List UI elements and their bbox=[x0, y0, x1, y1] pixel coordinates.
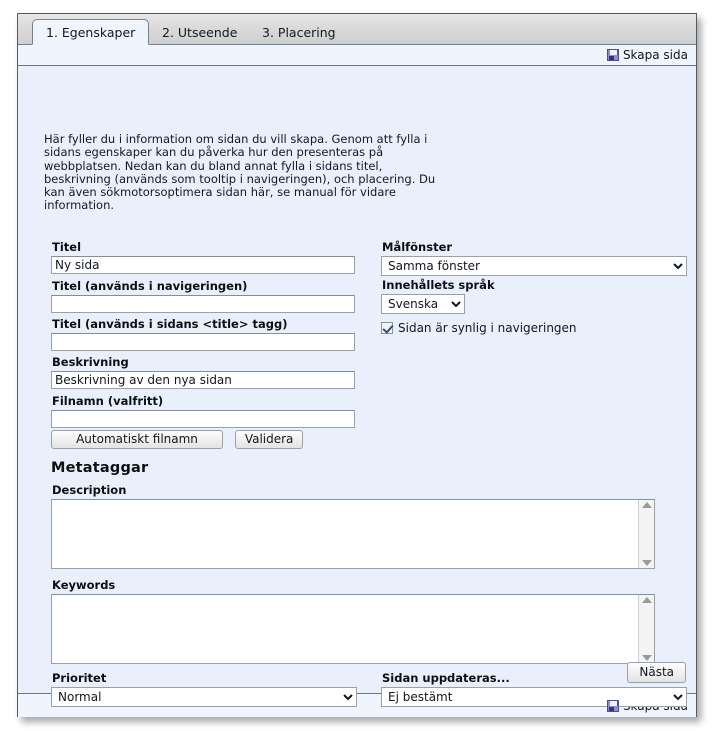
tab-placering-label: 3. Placering bbox=[262, 25, 336, 40]
form-content-area: Här fyller du i information om sidan du … bbox=[18, 66, 696, 707]
floppy-disk-icon bbox=[606, 49, 619, 61]
field-titel-nav: Titel (används i navigeringen) bbox=[51, 279, 355, 313]
intro-text: Här fyller du i information om sidan du … bbox=[44, 132, 436, 213]
field-beskrivning: Beskrivning bbox=[51, 355, 355, 389]
titel-nav-input[interactable] bbox=[51, 295, 355, 313]
field-filnamn-label: Filnamn (valfritt) bbox=[52, 394, 164, 408]
filnamn-input[interactable] bbox=[51, 410, 355, 428]
prioritet-select[interactable]: Normal bbox=[51, 687, 357, 707]
field-titel-tag: Titel (används i sidans <title> tagg) bbox=[51, 317, 355, 351]
visible-in-nav-checkbox-row[interactable]: Sidan är synlig i navigeringen bbox=[381, 321, 577, 335]
field-titel-nav-label: Titel (används i navigeringen) bbox=[52, 279, 248, 293]
scroll-down-icon[interactable] bbox=[641, 560, 652, 566]
visible-in-nav-checkbox[interactable] bbox=[381, 322, 393, 334]
malfonster-select[interactable]: Samma fönster bbox=[381, 256, 687, 276]
field-malfonster-label: Målfönster bbox=[382, 240, 453, 254]
next-button[interactable]: Nästa bbox=[627, 662, 686, 683]
top-command-bar: Skapa sida bbox=[18, 45, 696, 66]
beskrivning-input[interactable] bbox=[51, 371, 355, 389]
titel-tag-input[interactable] bbox=[51, 333, 355, 351]
field-meta-description: Description bbox=[51, 483, 655, 569]
tab-placering[interactable]: 3. Placering bbox=[248, 19, 350, 45]
meta-keywords-scrollbar[interactable] bbox=[638, 595, 654, 663]
meta-description-textarea[interactable] bbox=[52, 500, 654, 568]
auto-filename-button[interactable]: Automatiskt filnamn bbox=[51, 430, 223, 449]
scroll-up-icon[interactable] bbox=[641, 502, 652, 508]
metataggar-heading: Metataggar bbox=[51, 460, 149, 476]
sprak-select[interactable]: Svenska bbox=[381, 294, 465, 314]
scroll-down-icon[interactable] bbox=[641, 655, 652, 661]
scroll-up-icon[interactable] bbox=[641, 597, 652, 603]
field-titel-label: Titel bbox=[52, 240, 82, 254]
field-malfonster: Målfönster Samma fönster bbox=[381, 240, 687, 276]
floppy-disk-icon bbox=[606, 699, 619, 712]
field-sprak-label: Innehållets språk bbox=[382, 278, 495, 292]
meta-keywords-textarea[interactable] bbox=[52, 595, 654, 663]
field-beskrivning-label: Beskrivning bbox=[52, 355, 129, 369]
field-prioritet: Prioritet Normal bbox=[51, 671, 357, 707]
field-prioritet-label: Prioritet bbox=[52, 671, 107, 685]
create-page-window: 1. Egenskaper 2. Utseende 3. Placering S… bbox=[17, 13, 697, 717]
tab-bar: 1. Egenskaper 2. Utseende 3. Placering bbox=[18, 14, 696, 45]
filename-actions: Automatiskt filnamn Validera bbox=[51, 430, 304, 449]
meta-keywords-textarea-wrap bbox=[51, 594, 655, 664]
field-titel-tag-label: Titel (används i sidans <title> tagg) bbox=[52, 317, 288, 331]
uppdateras-select[interactable]: Ej bestämt bbox=[381, 687, 687, 707]
meta-description-scrollbar[interactable] bbox=[638, 500, 654, 568]
meta-description-textarea-wrap bbox=[51, 499, 655, 569]
save-page-label-top: Skapa sida bbox=[622, 48, 688, 62]
tab-utseende-label: 2. Utseende bbox=[162, 25, 238, 40]
tab-egenskaper[interactable]: 1. Egenskaper bbox=[32, 19, 150, 45]
tab-utseende[interactable]: 2. Utseende bbox=[148, 19, 251, 45]
field-filnamn: Filnamn (valfritt) bbox=[51, 394, 355, 428]
validate-button[interactable]: Validera bbox=[234, 430, 304, 449]
save-page-button-top[interactable]: Skapa sida bbox=[606, 48, 688, 62]
field-meta-keywords-label: Keywords bbox=[52, 578, 116, 592]
field-meta-keywords: Keywords bbox=[51, 578, 655, 664]
next-button-wrap: Nästa bbox=[627, 662, 686, 683]
field-titel: Titel bbox=[51, 240, 355, 274]
titel-input[interactable] bbox=[51, 256, 355, 274]
visible-in-nav-label: Sidan är synlig i navigeringen bbox=[398, 321, 577, 335]
field-sprak: Innehållets språk Svenska bbox=[381, 278, 495, 314]
tab-egenskaper-label: 1. Egenskaper bbox=[46, 25, 136, 40]
field-meta-description-label: Description bbox=[52, 483, 127, 497]
